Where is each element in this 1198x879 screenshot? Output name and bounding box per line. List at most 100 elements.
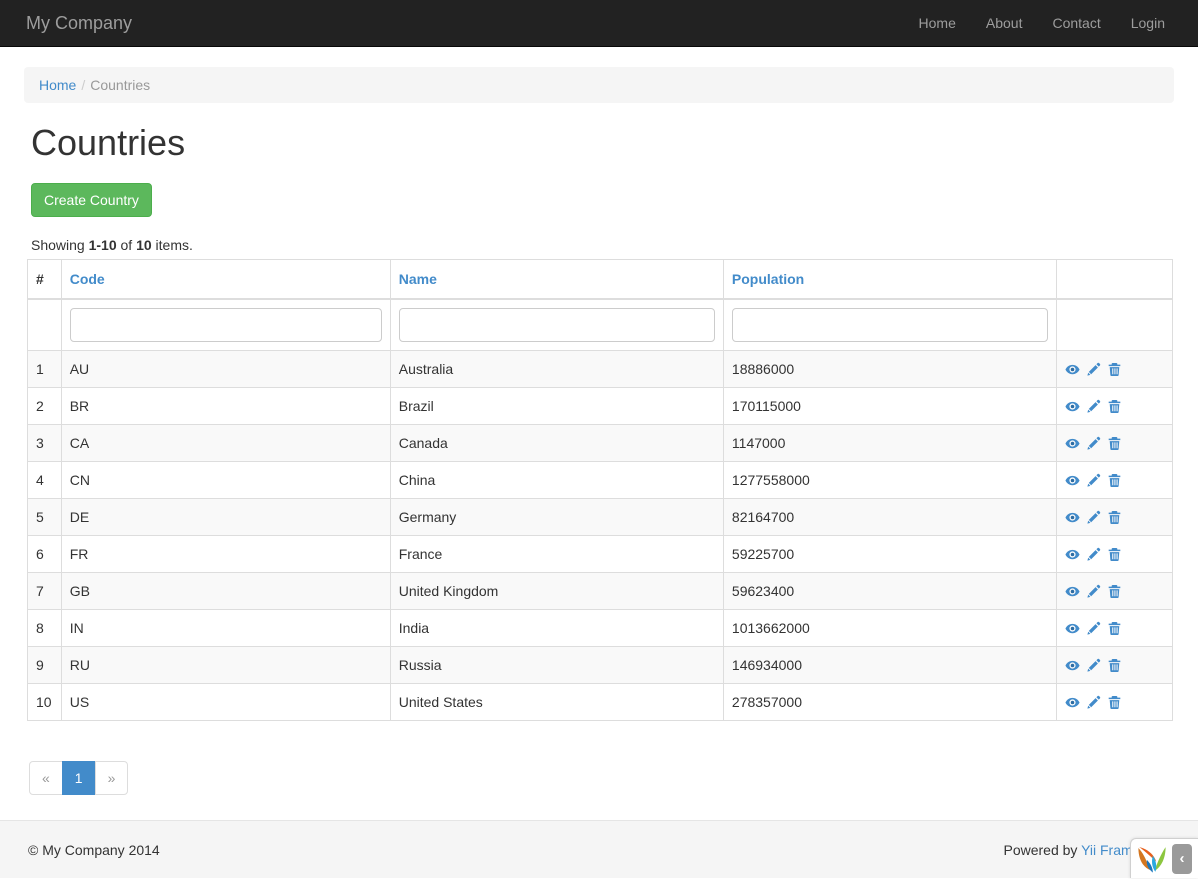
pagination: « 1 » xyxy=(29,761,128,795)
footer-inner: © My Company 2014 Powered by Yii Framewo… xyxy=(24,821,1174,878)
nav-link-login[interactable]: Login xyxy=(1116,0,1180,46)
sort-link-population[interactable]: Population xyxy=(732,271,804,287)
yii-debug-badge[interactable]: ‹ xyxy=(1130,838,1198,878)
column-header-population[interactable]: Population xyxy=(723,259,1056,299)
pencil-icon[interactable] xyxy=(1086,695,1101,710)
filter-input-name[interactable] xyxy=(399,308,715,342)
filter-cell-actions xyxy=(1057,299,1173,351)
navbar-brand[interactable]: My Company xyxy=(0,13,147,33)
column-header-name[interactable]: Name xyxy=(390,259,723,299)
grid-body: 1AUAustralia188860002BRBrazil1701150003C… xyxy=(28,350,1173,720)
sort-link-name[interactable]: Name xyxy=(399,271,437,287)
cell-name: United Kingdom xyxy=(390,572,723,609)
pencil-icon[interactable] xyxy=(1086,584,1101,599)
trash-icon[interactable] xyxy=(1107,621,1122,636)
breadcrumb-item-home[interactable]: Home xyxy=(39,75,76,95)
table-row: 5DEGermany82164700 xyxy=(28,498,1173,535)
yii-logo-icon xyxy=(1135,844,1169,874)
footer-powered-prefix: Powered by xyxy=(1003,842,1081,858)
page-title: Countries xyxy=(31,123,1174,163)
nav-item-login[interactable]: Login xyxy=(1116,0,1180,46)
view-icon[interactable] xyxy=(1065,399,1080,414)
trash-icon[interactable] xyxy=(1107,695,1122,710)
breadcrumb: Home / Countries xyxy=(24,67,1174,103)
cell-population: 146934000 xyxy=(723,646,1056,683)
cell-num: 5 xyxy=(28,498,62,535)
nav-item-home[interactable]: Home xyxy=(904,0,971,46)
nav-link-about[interactable]: About xyxy=(971,0,1038,46)
pencil-icon[interactable] xyxy=(1086,658,1101,673)
nav-item-contact[interactable]: Contact xyxy=(1037,0,1115,46)
pencil-icon[interactable] xyxy=(1086,510,1101,525)
footer-copyright: © My Company 2014 xyxy=(28,840,160,860)
nav-item-about[interactable]: About xyxy=(971,0,1038,46)
pagination-page-1-link[interactable]: 1 xyxy=(62,761,96,795)
table-row: 6FRFrance59225700 xyxy=(28,535,1173,572)
pencil-icon[interactable] xyxy=(1086,362,1101,377)
cell-num: 2 xyxy=(28,387,62,424)
top-navbar: My Company Home About Contact Login xyxy=(0,0,1198,47)
cell-population: 1277558000 xyxy=(723,461,1056,498)
filter-input-code[interactable] xyxy=(70,308,382,342)
nav-link-contact[interactable]: Contact xyxy=(1037,0,1115,46)
view-icon[interactable] xyxy=(1065,547,1080,562)
summary-text: Showing 1-10 of 10 items. xyxy=(31,235,1174,255)
pagination-last[interactable]: » xyxy=(96,761,129,795)
trash-icon[interactable] xyxy=(1107,510,1122,525)
cell-name: Russia xyxy=(390,646,723,683)
cell-num: 3 xyxy=(28,424,62,461)
grid-filter-row xyxy=(28,299,1173,351)
breadcrumb-link-home[interactable]: Home xyxy=(39,77,76,93)
trash-icon[interactable] xyxy=(1107,547,1122,562)
yii-badge-collapse-icon[interactable]: ‹ xyxy=(1172,844,1192,874)
cell-code: DE xyxy=(61,498,390,535)
cell-population: 278357000 xyxy=(723,683,1056,720)
cell-num: 1 xyxy=(28,350,62,387)
pencil-icon[interactable] xyxy=(1086,547,1101,562)
cell-code: AU xyxy=(61,350,390,387)
cell-code: CA xyxy=(61,424,390,461)
filter-input-population[interactable] xyxy=(732,308,1048,342)
view-icon[interactable] xyxy=(1065,658,1080,673)
trash-icon[interactable] xyxy=(1107,436,1122,451)
view-icon[interactable] xyxy=(1065,436,1080,451)
pencil-icon[interactable] xyxy=(1086,399,1101,414)
cell-actions xyxy=(1057,461,1173,498)
cell-num: 10 xyxy=(28,683,62,720)
view-icon[interactable] xyxy=(1065,473,1080,488)
view-icon[interactable] xyxy=(1065,621,1080,636)
filter-cell-num xyxy=(28,299,62,351)
cell-name: United States xyxy=(390,683,723,720)
trash-icon[interactable] xyxy=(1107,362,1122,377)
nav-link-home[interactable]: Home xyxy=(904,0,971,46)
view-icon[interactable] xyxy=(1065,584,1080,599)
cell-num: 8 xyxy=(28,609,62,646)
pagination-last-link[interactable]: » xyxy=(95,761,129,795)
view-icon[interactable] xyxy=(1065,695,1080,710)
pencil-icon[interactable] xyxy=(1086,473,1101,488)
trash-icon[interactable] xyxy=(1107,473,1122,488)
grid-head: # Code Name Population xyxy=(28,259,1173,350)
cell-actions xyxy=(1057,350,1173,387)
trash-icon[interactable] xyxy=(1107,584,1122,599)
create-country-button[interactable]: Create Country xyxy=(31,183,152,217)
cell-name: Germany xyxy=(390,498,723,535)
pagination-page-1[interactable]: 1 xyxy=(63,761,96,795)
pencil-icon[interactable] xyxy=(1086,436,1101,451)
cell-code: BR xyxy=(61,387,390,424)
cell-actions xyxy=(1057,572,1173,609)
pencil-icon[interactable] xyxy=(1086,621,1101,636)
summary-total: 10 xyxy=(136,237,152,253)
cell-actions xyxy=(1057,646,1173,683)
pagination-first[interactable]: « xyxy=(29,761,63,795)
cell-population: 1013662000 xyxy=(723,609,1056,646)
column-header-code[interactable]: Code xyxy=(61,259,390,299)
trash-icon[interactable] xyxy=(1107,399,1122,414)
sort-link-code[interactable]: Code xyxy=(70,271,105,287)
cell-actions xyxy=(1057,424,1173,461)
view-icon[interactable] xyxy=(1065,510,1080,525)
trash-icon[interactable] xyxy=(1107,658,1122,673)
table-row: 2BRBrazil170115000 xyxy=(28,387,1173,424)
view-icon[interactable] xyxy=(1065,362,1080,377)
pagination-first-link[interactable]: « xyxy=(29,761,63,795)
